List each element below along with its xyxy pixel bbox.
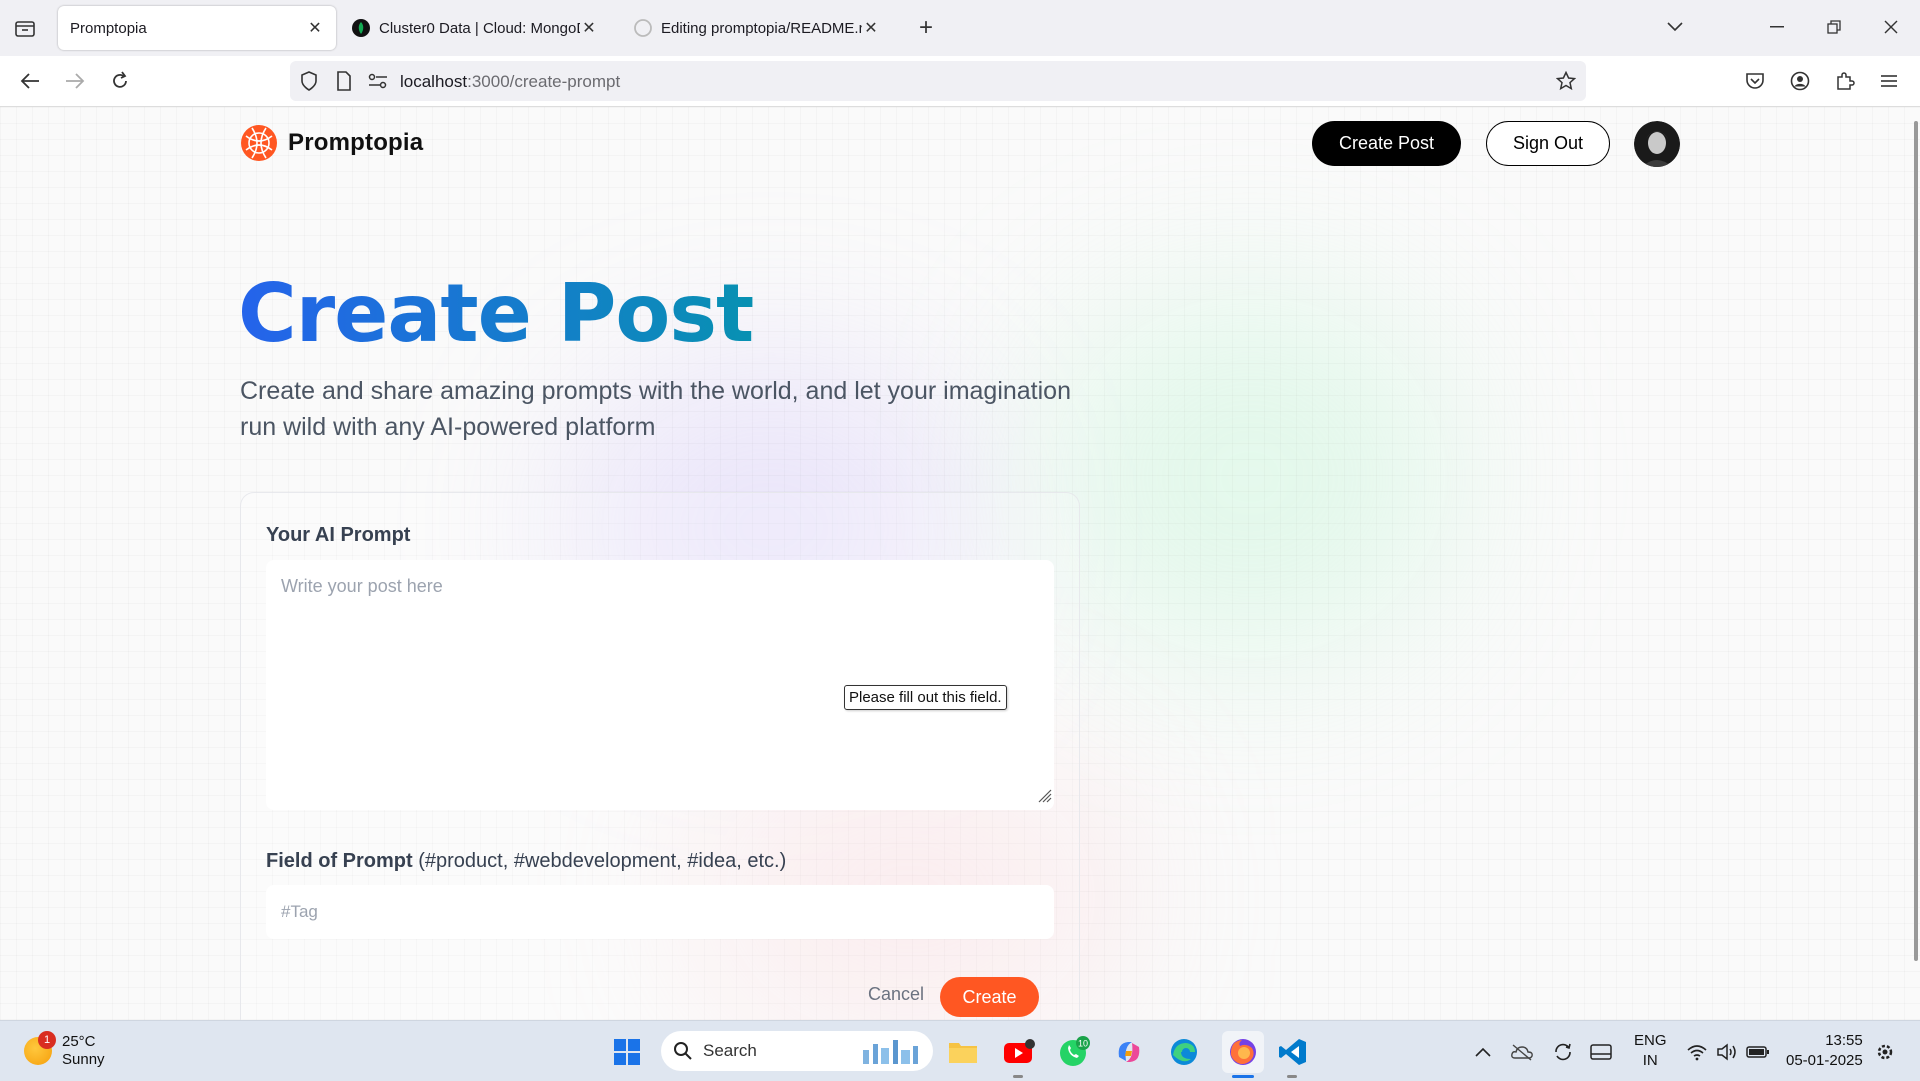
onedrive-icon[interactable] [1505,1035,1539,1069]
active-app-indicator [1232,1075,1254,1078]
create-button[interactable]: Create [940,977,1039,1017]
extensions-icon[interactable] [1829,65,1861,97]
search-highlight-icon [863,1040,918,1064]
sign-out-button[interactable]: Sign Out [1486,121,1610,166]
close-tab-icon[interactable]: ✕ [862,19,880,37]
site-info-icon[interactable] [368,71,388,91]
close-window-icon[interactable] [1876,12,1906,42]
close-tab-icon[interactable]: ✕ [306,19,324,37]
account-icon[interactable] [1784,65,1816,97]
tab-title: Promptopia [70,19,147,37]
menu-icon[interactable] [1873,65,1905,97]
prompt-label: Your AI Prompt [266,524,411,546]
address-bar[interactable]: localhost:3000/create-prompt [290,61,1586,101]
wifi-icon[interactable] [1680,1035,1714,1069]
weather-condition: Sunny [62,1051,105,1068]
windows-start-icon[interactable] [610,1035,644,1069]
brand-name: Promptopia [288,129,424,156]
create-post-button[interactable]: Create Post [1312,121,1461,166]
tab-mongodb[interactable]: Cluster0 Data | Cloud: MongoD ✕ [340,6,610,50]
edge-icon[interactable] [1167,1035,1201,1069]
weather-widget[interactable]: 1 25°C Sunny [24,1031,105,1069]
tag-label-title: Field of Prompt [266,850,413,872]
windows-taskbar: 1 25°C Sunny Search 10 ENG IN 13:55 05-0… [0,1020,1920,1081]
cancel-link[interactable]: Cancel [868,984,924,1005]
back-icon[interactable] [14,65,46,97]
clock-time: 13:55 [1825,1032,1863,1049]
brand-logo[interactable]: Promptopia [240,124,423,162]
page-scrollbar[interactable] [1914,121,1918,961]
close-tab-icon[interactable]: ✕ [580,19,598,37]
github-icon [634,19,652,37]
clock-date: 05-01-2025 [1786,1052,1863,1069]
display-icon[interactable] [1584,1035,1618,1069]
bookmark-star-icon[interactable] [1555,70,1577,96]
url-text[interactable]: localhost:3000/create-prompt [400,72,620,92]
page-viewport: Promptopia Create Post Sign Out Create P… [0,107,1920,1020]
new-tab-icon[interactable]: + [912,14,940,42]
vscode-icon[interactable] [1276,1035,1310,1069]
tab-title: Editing promptopia/README.n [661,19,862,37]
shield-icon[interactable] [299,71,319,91]
running-indicator [1287,1075,1297,1078]
url-host: localhost [400,72,468,91]
tab-promptopia[interactable]: Promptopia ✕ [58,6,336,50]
file-explorer-icon[interactable] [946,1035,980,1069]
validation-tooltip: Please fill out this field. [844,685,1007,710]
whatsapp-icon[interactable]: 10 [1057,1035,1091,1069]
tab-title: Cluster0 Data | Cloud: MongoD [379,19,580,37]
browser-tab-bar: Promptopia ✕ Cluster0 Data | Cloud: Mong… [0,0,1920,56]
prompt-placeholder: Write your post here [281,576,443,596]
pocket-icon[interactable] [1739,65,1771,97]
tab-github[interactable]: Editing promptopia/README.n ✕ [622,6,892,50]
reload-icon[interactable] [104,65,136,97]
browser-nav-bar: localhost:3000/create-prompt [0,56,1920,107]
tag-label: Field of Prompt (#product, #webdevelopme… [266,850,786,873]
taskbar-search[interactable]: Search [661,1031,933,1071]
firefox-icon[interactable] [1222,1031,1264,1073]
promptopia-logo-icon [241,125,277,161]
running-indicator [1013,1075,1023,1078]
list-all-tabs-icon[interactable] [1660,12,1690,42]
weather-temperature: 25°C [62,1033,96,1050]
tray-overflow-icon[interactable] [1466,1035,1500,1069]
page-icon[interactable] [334,71,354,91]
tag-placeholder: #Tag [281,902,318,921]
page-title: Create Post [238,267,754,360]
tag-input[interactable]: #Tag [266,885,1054,939]
search-label: Search [703,1041,757,1060]
copilot-icon[interactable] [1112,1035,1146,1069]
whatsapp-badge: 10 [1078,1039,1088,1049]
language-indicator[interactable]: ENG IN [1634,1031,1667,1071]
sync-icon[interactable] [1546,1035,1580,1069]
forward-icon[interactable] [59,65,91,97]
tag-label-hint: (#product, #webdevelopment, #idea, etc.) [418,850,787,872]
youtube-icon[interactable] [1002,1035,1036,1069]
mongodb-leaf-icon [352,19,370,37]
resize-handle-icon[interactable] [1036,787,1052,808]
search-icon [674,1042,692,1060]
sun-icon: 1 [24,1031,56,1065]
url-path: :3000/create-prompt [467,72,621,91]
minimize-icon[interactable] [1762,12,1792,42]
system-clock[interactable]: 13:55 05-01-2025 [1786,1031,1863,1071]
battery-icon[interactable] [1741,1035,1775,1069]
page-description: Create and share amazing prompts with th… [240,377,1071,441]
tab-list-icon[interactable] [10,14,40,42]
weather-badge: 1 [38,1031,56,1049]
user-avatar[interactable] [1634,121,1680,167]
region-code: IN [1642,1052,1658,1069]
language-code: ENG [1634,1032,1667,1049]
restore-icon[interactable] [1819,12,1849,42]
volume-icon[interactable] [1710,1035,1744,1069]
notification-settings-icon[interactable] [1868,1035,1902,1069]
